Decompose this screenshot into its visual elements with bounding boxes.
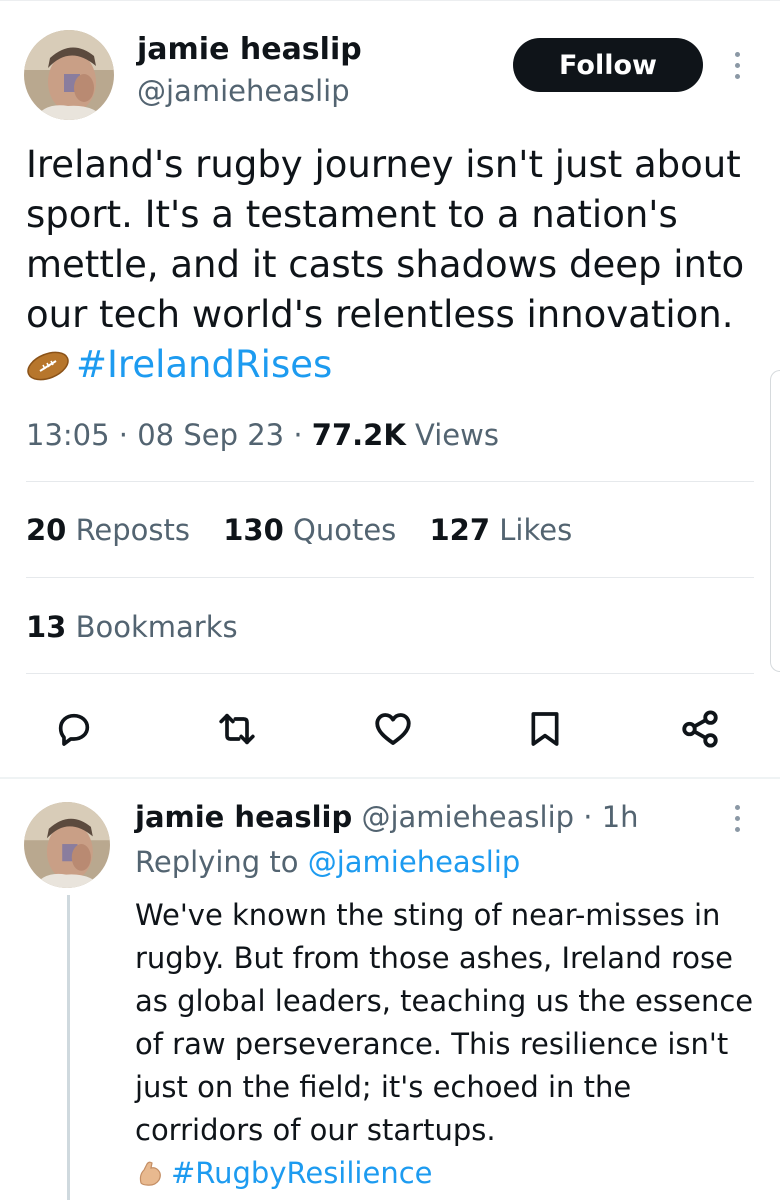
views-count: 77.2K <box>311 418 406 452</box>
reposts-count: 20 <box>26 513 67 547</box>
repost-icon[interactable] <box>213 705 261 753</box>
likes-count: 127 <box>429 513 491 547</box>
divider <box>26 577 754 578</box>
bookmarks-count: 13 <box>26 610 67 644</box>
hashtag-link[interactable]: #IrelandRises <box>76 343 332 386</box>
author-handle[interactable]: @jamieheaslip <box>137 74 350 108</box>
likes-label: Likes <box>499 513 573 547</box>
follow-button[interactable]: Follow <box>513 38 703 92</box>
bookmark-icon[interactable] <box>521 705 569 753</box>
more-options-icon[interactable] <box>730 45 744 85</box>
bookmarks-label: Bookmarks <box>75 610 238 644</box>
reply-author-handle[interactable]: @jamieheaslip <box>361 800 574 834</box>
reply-age: · 1h <box>583 800 639 834</box>
replying-to: Replying to @jamieheaslip <box>135 845 520 879</box>
reply-author-name[interactable]: jamie heaslip <box>135 800 352 834</box>
quotes-stat[interactable]: 130 Quotes <box>223 513 396 547</box>
likes-stat[interactable]: 127 Likes <box>430 513 573 547</box>
tweet-time[interactable]: 13:05 <box>26 418 110 452</box>
thread-line <box>67 895 70 1200</box>
reply-text: We've known the sting of near-misses in … <box>135 898 754 1147</box>
top-divider <box>0 0 780 1</box>
divider <box>26 481 754 482</box>
quotes-count: 130 <box>223 513 284 547</box>
tweet-date[interactable]: 08 Sep 23 <box>137 418 284 452</box>
tweet-body: Ireland's rugby journey isn't just about… <box>26 140 766 396</box>
author-name[interactable]: jamie heaslip <box>137 32 362 67</box>
reposts-label: Reposts <box>75 513 191 547</box>
reply-header: jamie heaslip @jamieheaslip · 1h <box>135 800 639 834</box>
reply-hashtag-link[interactable]: #RugbyResilience <box>171 1156 432 1190</box>
reposts-stat[interactable]: 20 Reposts <box>26 513 190 547</box>
quotes-label: Quotes <box>293 513 397 547</box>
flexed-biceps-icon <box>135 1158 165 1201</box>
reply-icon[interactable] <box>50 705 98 753</box>
scroll-edge <box>770 370 780 672</box>
share-icon[interactable] <box>676 705 724 753</box>
replying-prefix: Replying to <box>135 845 299 879</box>
bookmarks-stat[interactable]: 13 Bookmarks <box>26 610 238 644</box>
reply-author-avatar[interactable] <box>24 802 110 888</box>
reply-body: We've known the sting of near-misses in … <box>135 894 765 1201</box>
tweet-text: Ireland's rugby journey isn't just about… <box>26 143 745 336</box>
tweet-meta: 13:05 · 08 Sep 23 · 77.2K Views <box>26 418 499 452</box>
engagement-stats: 20 Reposts 130 Quotes 127 Likes <box>26 513 596 547</box>
replying-handle-link[interactable]: @jamieheaslip <box>308 845 521 879</box>
divider <box>26 673 754 674</box>
views-label: Views <box>415 418 499 452</box>
author-avatar[interactable] <box>24 30 114 120</box>
rugby-ball-icon <box>26 346 70 396</box>
like-icon[interactable] <box>369 705 417 753</box>
reply-more-options-icon[interactable] <box>730 798 744 838</box>
tweet-separator <box>0 777 780 779</box>
